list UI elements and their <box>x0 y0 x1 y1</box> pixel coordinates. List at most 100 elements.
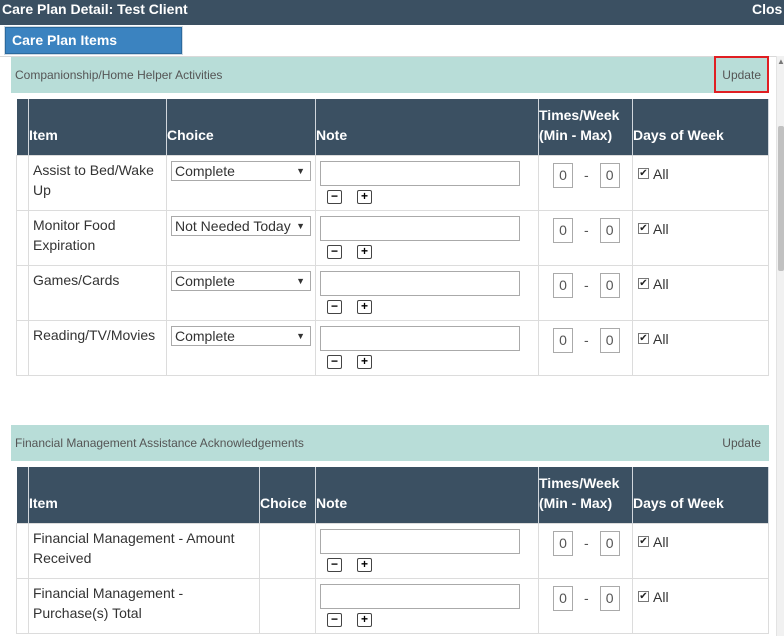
note-input[interactable] <box>320 160 520 186</box>
days-label: All <box>653 165 669 182</box>
item-name: Reading/TV/Movies <box>33 326 156 343</box>
update-button[interactable]: Update <box>722 436 761 450</box>
scrollbar-thumb[interactable] <box>778 126 784 271</box>
table-row: Games/Cards Complete ▼ − + 0-0 ✔ All <box>16 264 769 321</box>
times-cell: 0-0 <box>538 319 633 376</box>
chevron-down-icon: ▼ <box>296 220 305 231</box>
checkbox-all-days[interactable]: ✔ <box>638 168 649 179</box>
header-gutter <box>16 467 29 523</box>
tab-care-plan-items-category[interactable]: Care Plan Items Category <box>5 27 182 73</box>
times-cell: 0-0 <box>538 154 633 211</box>
checkbox-all-days[interactable]: ✔ <box>638 278 649 289</box>
note-input[interactable] <box>320 583 520 609</box>
plus-icon[interactable]: + <box>357 354 372 369</box>
row-gutter <box>16 319 29 376</box>
note-input[interactable] <box>320 528 520 554</box>
times-min-input[interactable]: 0 <box>553 217 573 243</box>
times-min-input[interactable]: 0 <box>553 530 573 556</box>
item-cell: Assist to Bed/Wake Up <box>28 154 167 211</box>
choice-select[interactable]: Not Needed Today ▼ <box>171 215 311 236</box>
item-cell: Financial Management - Amount Received <box>28 522 260 579</box>
times-min-input[interactable]: 0 <box>553 585 573 611</box>
times-max-input[interactable]: 0 <box>599 272 620 298</box>
update-button[interactable]: Update <box>722 68 761 82</box>
minus-icon[interactable]: − <box>327 244 342 259</box>
times-cell: 0-0 <box>538 264 633 321</box>
days-cell: ✔ All <box>632 319 769 376</box>
note-cell: − + <box>315 522 539 579</box>
days-label: All <box>653 275 669 292</box>
note-input[interactable] <box>320 325 520 351</box>
table-header-row: Item Choice Note Times/Week (Min - Max) D… <box>16 99 769 155</box>
days-label: All <box>653 330 669 347</box>
checkbox-all-days[interactable]: ✔ <box>638 591 649 602</box>
header-times: Times/Week (Min - Max) <box>538 99 633 155</box>
choice-cell <box>259 522 316 579</box>
minus-icon[interactable]: − <box>327 354 342 369</box>
minus-icon[interactable]: − <box>327 612 342 627</box>
times-cell: 0-0 <box>538 209 633 266</box>
table-row: Assist to Bed/Wake Up Complete ▼ − + 0-0 ✔… <box>16 154 769 211</box>
days-label: All <box>653 588 669 605</box>
row-gutter <box>16 264 29 321</box>
header-choice: Choice <box>166 99 316 155</box>
checkbox-all-days[interactable]: ✔ <box>638 223 649 234</box>
minus-icon[interactable]: − <box>327 557 342 572</box>
table-row: Financial Management - Amount Received −… <box>16 522 769 579</box>
choice-select[interactable]: Complete ▼ <box>171 270 311 291</box>
note-cell: − + <box>315 209 539 266</box>
scroll-up-icon[interactable]: ▲ <box>777 56 784 68</box>
minus-icon[interactable]: − <box>327 189 342 204</box>
close-button[interactable]: Clos <box>752 1 782 17</box>
plus-icon[interactable]: + <box>357 244 372 259</box>
times-max-input[interactable]: 0 <box>599 162 620 188</box>
times-max-input[interactable]: 0 <box>599 585 620 611</box>
note-input[interactable] <box>320 270 520 296</box>
choice-cell: Complete ▼ <box>166 264 316 321</box>
row-gutter <box>16 209 29 266</box>
header-times: Times/Week (Min - Max) <box>538 467 633 523</box>
minus-icon[interactable]: − <box>327 299 342 314</box>
choice-cell: Complete ▼ <box>166 154 316 211</box>
item-cell: Financial Management - Purchase(s) Total <box>28 577 260 634</box>
times-max-input[interactable]: 0 <box>599 217 620 243</box>
chevron-down-icon: ▼ <box>296 330 305 341</box>
times-min-input[interactable]: 0 <box>553 327 573 353</box>
plus-icon[interactable]: + <box>357 612 372 627</box>
row-gutter <box>16 577 29 634</box>
item-cell: Reading/TV/Movies <box>28 319 167 376</box>
vertical-scrollbar[interactable]: ▲ <box>776 56 784 636</box>
item-name: Assist to Bed/Wake Up <box>33 161 154 198</box>
checkbox-all-days[interactable]: ✔ <box>638 536 649 547</box>
choice-select[interactable]: Complete ▼ <box>171 160 311 181</box>
choice-cell: Not Needed Today ▼ <box>166 209 316 266</box>
choice-select[interactable]: Complete ▼ <box>171 325 311 346</box>
note-cell: − + <box>315 154 539 211</box>
item-name: Games/Cards <box>33 271 120 288</box>
row-gutter <box>16 154 29 211</box>
times-cell: 0-0 <box>538 577 633 634</box>
note-cell: − + <box>315 577 539 634</box>
header-note: Note <box>315 467 539 523</box>
times-min-input[interactable]: 0 <box>553 272 573 298</box>
plus-icon[interactable]: + <box>357 189 372 204</box>
times-max-input[interactable]: 0 <box>599 327 620 353</box>
note-input[interactable] <box>320 215 520 241</box>
plus-icon[interactable]: + <box>357 299 372 314</box>
days-label: All <box>653 533 669 550</box>
days-cell: ✔ All <box>632 577 769 634</box>
section-title: Financial Management Assistance Acknowle… <box>15 436 304 450</box>
table-row: Reading/TV/Movies Complete ▼ − + 0-0 ✔ All <box>16 319 769 376</box>
table-row: Financial Management - Purchase(s) Total… <box>16 577 769 634</box>
times-max-input[interactable]: 0 <box>599 530 620 556</box>
times-min-input[interactable]: 0 <box>553 162 573 188</box>
chevron-down-icon: ▼ <box>296 275 305 286</box>
header-item: Item <box>28 99 167 155</box>
table-header-row: Item Choice Note Times/Week (Min - Max) D… <box>16 467 769 523</box>
checkbox-all-days[interactable]: ✔ <box>638 333 649 344</box>
choice-cell <box>259 577 316 634</box>
days-cell: ✔ All <box>632 209 769 266</box>
plus-icon[interactable]: + <box>357 557 372 572</box>
item-name: Financial Management - Purchase(s) Total <box>33 584 184 621</box>
section-header-companionship: Companionship/Home Helper Activities Upd… <box>11 57 769 93</box>
